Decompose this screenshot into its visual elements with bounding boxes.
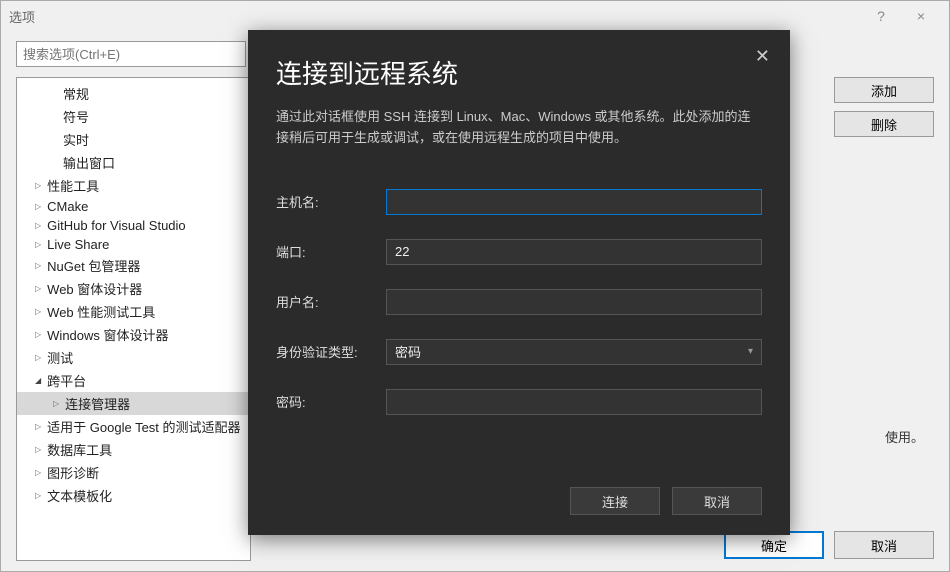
tree-item[interactable]: 适用于 Google Test 的测试适配器	[17, 415, 250, 438]
tree-item[interactable]: 输出窗口	[17, 151, 250, 174]
tree-item-label: 图形诊断	[47, 463, 99, 482]
pass-row: 密码:	[276, 389, 762, 415]
tree-item-label: 连接管理器	[65, 394, 130, 413]
tree-item-label: GitHub for Visual Studio	[47, 218, 186, 233]
add-button[interactable]: 添加	[834, 77, 934, 103]
tree-item-label: CMake	[47, 199, 88, 214]
tree-item[interactable]: NuGet 包管理器	[17, 254, 250, 277]
tree-item-label: 跨平台	[47, 371, 86, 390]
tree-item[interactable]: Live Share	[17, 235, 250, 254]
tree-item[interactable]: 跨平台	[17, 369, 250, 392]
window-title: 选项	[9, 7, 35, 26]
dialog-title: 连接到远程系统	[276, 54, 762, 91]
tree-item-label: 实时	[63, 130, 89, 149]
port-input[interactable]	[386, 239, 762, 265]
tree-item-label: 性能工具	[47, 176, 99, 195]
connect-remote-dialog: ✕ 连接到远程系统 通过此对话框使用 SSH 连接到 Linux、Mac、Win…	[248, 30, 790, 535]
tree-item[interactable]: 性能工具	[17, 174, 250, 197]
tree-item[interactable]: Windows 窗体设计器	[17, 323, 250, 346]
tree-item[interactable]: 连接管理器	[17, 392, 250, 415]
tree-item-label: 测试	[47, 348, 73, 367]
tree-item-label: 文本模板化	[47, 486, 112, 505]
user-label: 用户名:	[276, 292, 386, 311]
options-tree[interactable]: 常规符号实时输出窗口性能工具 CMake GitHub for Visual Stu…	[16, 77, 251, 561]
partial-text: 使用。	[885, 427, 924, 446]
close-icon[interactable]: ✕	[755, 46, 770, 67]
titlebar-controls: ? ×	[861, 1, 941, 31]
user-row: 用户名:	[276, 289, 762, 315]
search-input[interactable]	[16, 41, 246, 67]
auth-value: 密码	[395, 342, 421, 361]
cancel-button[interactable]: 取消	[834, 531, 934, 559]
host-label: 主机名:	[276, 192, 386, 211]
password-input[interactable]	[386, 389, 762, 415]
auth-row: 身份验证类型: 密码	[276, 339, 762, 365]
tree-item[interactable]: 文本模板化	[17, 484, 250, 507]
tree-item-label: Web 性能测试工具	[47, 302, 155, 321]
tree-item-label: 输出窗口	[63, 153, 115, 172]
tree-item-label: NuGet 包管理器	[47, 256, 140, 275]
tree-item[interactable]: Web 性能测试工具	[17, 300, 250, 323]
tree-item[interactable]: 数据库工具	[17, 438, 250, 461]
tree-item[interactable]: 测试	[17, 346, 250, 369]
host-row: 主机名:	[276, 189, 762, 215]
user-input[interactable]	[386, 289, 762, 315]
dialog-cancel-button[interactable]: 取消	[672, 487, 762, 515]
port-row: 端口:	[276, 239, 762, 265]
dialog-footer: 连接 取消	[570, 487, 762, 515]
options-titlebar: 选项 ? ×	[1, 1, 949, 31]
remove-button[interactable]: 删除	[834, 111, 934, 137]
tree-item[interactable]: 图形诊断	[17, 461, 250, 484]
right-buttons: 添加 删除	[834, 77, 934, 137]
tree-item[interactable]: 实时	[17, 128, 250, 151]
tree-item-label: Web 窗体设计器	[47, 279, 142, 298]
help-button[interactable]: ?	[861, 1, 901, 31]
dialog-description: 通过此对话框使用 SSH 连接到 Linux、Mac、Windows 或其他系统…	[276, 107, 762, 149]
tree-item[interactable]: Web 窗体设计器	[17, 277, 250, 300]
auth-label: 身份验证类型:	[276, 342, 386, 361]
tree-item[interactable]: GitHub for Visual Studio	[17, 216, 250, 235]
connect-button[interactable]: 连接	[570, 487, 660, 515]
auth-type-select[interactable]: 密码	[386, 339, 762, 365]
tree-item[interactable]: 常规	[17, 82, 250, 105]
footer-buttons: 确定 取消	[724, 531, 934, 559]
tree-item-label: 常规	[63, 84, 89, 103]
host-input[interactable]	[386, 189, 762, 215]
tree-item-label: Windows 窗体设计器	[47, 325, 168, 344]
tree-item-label: 数据库工具	[47, 440, 112, 459]
ok-button[interactable]: 确定	[724, 531, 824, 559]
tree-item-label: 符号	[63, 107, 89, 126]
tree-item[interactable]: CMake	[17, 197, 250, 216]
tree-item-label: 适用于 Google Test 的测试适配器	[47, 417, 240, 436]
tree-item[interactable]: 符号	[17, 105, 250, 128]
pass-label: 密码:	[276, 392, 386, 411]
tree-item-label: Live Share	[47, 237, 109, 252]
close-button[interactable]: ×	[901, 1, 941, 31]
port-label: 端口:	[276, 242, 386, 261]
